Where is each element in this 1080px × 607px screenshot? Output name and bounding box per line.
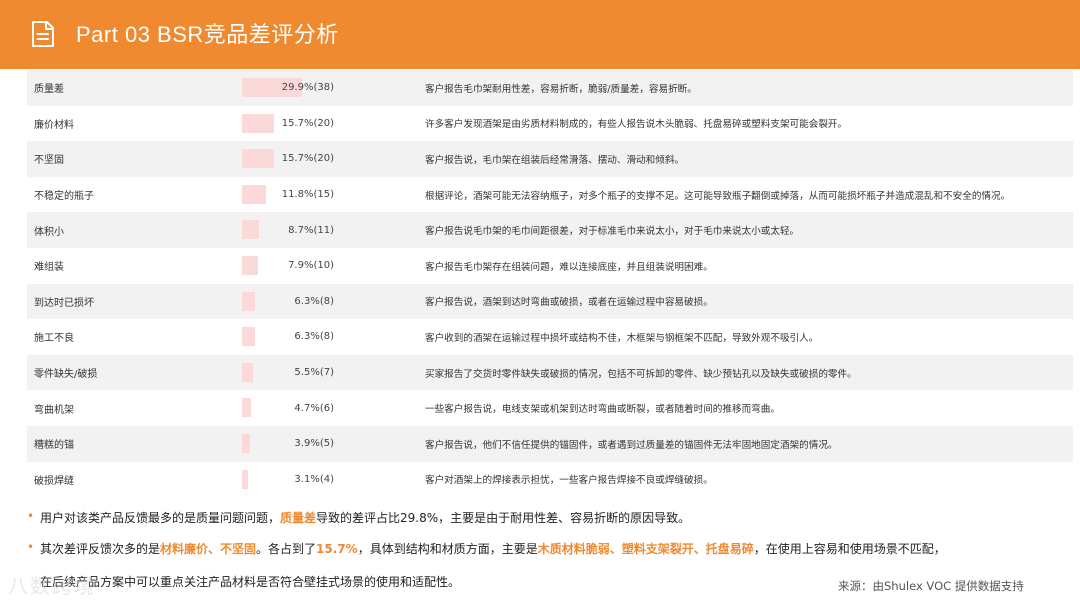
issue-name: 糟糕的锚 [34, 440, 74, 452]
issue-description: 客户报告说，毛巾架在组装后经常滑落、摆动、滑动和倾斜。 [425, 154, 685, 166]
issue-description: 客户报告毛巾架存在组装问题，难以连接底座，并且组装说明困难。 [425, 261, 713, 273]
issue-name: 不稳定的瓶子 [34, 191, 94, 203]
issue-percentage: 15.7%(20) [281, 153, 334, 165]
table-row: 糟糕的锚 3.9%(5) 客户报告说，他们不信任提供的锚固件，或者遇到过质量差的锚固… [27, 425, 1073, 462]
issue-description: 客户报告说，酒架到达时弯曲或破损，或者在运输过程中容易破损。 [425, 297, 713, 309]
issue-description: 客户报告说毛巾架的毛巾间距很差，对于标准毛巾来说太小，对于毛巾来说太小或太轻。 [425, 226, 800, 238]
summary-text: 导致的差评占比29.8%，主要是由于耐用性差、容易折断的原因导致。 [316, 511, 691, 525]
summary-text: ，具体到结构和材质方面，主要是 [357, 542, 538, 556]
issue-name: 体积小 [34, 226, 64, 238]
issue-percentage: 7.9%(10) [288, 260, 334, 272]
issue-name: 弯曲机架 [34, 404, 74, 416]
watermark-logo: 八数跨境 [8, 574, 96, 598]
issue-percentage: 6.3%(8) [294, 331, 334, 343]
issue-name: 零件缺失/破损 [34, 369, 98, 381]
summary-text: 在后续产品方案中可以重点关注产品材料是否符合壁挂式场景的使用和适配性。 [40, 575, 461, 589]
issue-description: 根据评论，酒架可能无法容纳瓶子，对多个瓶子的支撑不足。这可能导致瓶子翻倒或掉落，… [425, 190, 1011, 202]
table-row: 不稳定的瓶子 11.8%(15) 根据评论，酒架可能无法容纳瓶子，对多个瓶子的支撑不… [27, 177, 1073, 213]
summary-text: ，在使用上容易和使用场景不匹配， [753, 542, 946, 556]
bullet-icon: • [27, 509, 35, 523]
issue-description: 许多客户发现酒架是由劣质材料制成的，有些人报告说木头脆弱、托盘易碎或塑料支架可能… [425, 119, 848, 131]
issue-percentage: 6.3%(8) [294, 295, 334, 307]
issue-description: 客户对酒架上的焊接表示担忧，一些客户报告焊接不良或焊缝破损。 [425, 475, 713, 487]
table-row: 零件缺失/破损 5.5%(7) 买家报告了交货时零件缺失或破损的情况，包括不可拆卸的… [27, 354, 1073, 391]
summary-text: 用户对该类产品反馈最多的是质量问题问题， [40, 511, 281, 525]
issue-name: 廉价材料 [34, 119, 74, 131]
table-row: 施工不良 6.3%(8) 客户收到的酒架在运输过程中损坏或结构不佳，木框架与钢框架不… [27, 319, 1073, 355]
issue-percentage: 29.9%(38) [281, 82, 334, 94]
issue-description: 一些客户报告说，电线支架或机架到达时弯曲或断裂，或者随着时间的推移而弯曲。 [425, 404, 780, 416]
issue-name: 不坚固 [34, 155, 64, 167]
source-note: 来源：由Shulex VOC 提供数据支持 [838, 579, 1024, 593]
issue-percentage: 4.7%(6) [294, 402, 334, 414]
issue-name: 到达时已损坏 [34, 297, 94, 309]
table-row: 破损焊缝 3.1%(4) 客户对酒架上的焊接表示担忧，一些客户报告焊接不良或焊缝破损… [27, 462, 1073, 498]
issue-name: 质量差 [34, 84, 64, 96]
summary-highlight: 木质材料脆弱、塑料支架裂开、托盘易碎 [537, 542, 754, 556]
issue-name: 施工不良 [34, 333, 74, 345]
summary-text: 其次差评反馈次多的是 [40, 542, 161, 556]
issue-name: 难组装 [34, 262, 64, 274]
issue-name: 破损焊缝 [34, 475, 74, 487]
table-row: 质量差 29.9%(38) 客户报告毛巾架耐用性差，容易折断，脆弱/质量差，容易折断… [27, 70, 1073, 106]
table-row: 廉价材料 15.7%(20) 许多客户发现酒架是由劣质材料制成的，有些人报告说木头脆… [27, 106, 1073, 142]
issue-description: 客户收到的酒架在运输过程中损坏或结构不佳，木框架与钢框架不匹配，导致外观不吸引人… [425, 332, 819, 344]
issue-percentage: 5.5%(7) [294, 367, 334, 379]
issue-percentage: 8.7%(11) [288, 224, 334, 236]
summary-text: 。各占到了 [256, 542, 317, 556]
bullet-icon: • [27, 540, 35, 554]
page-header: Part 03 BSR竞品差评分析 [0, 0, 1080, 69]
document-icon [32, 21, 54, 47]
issue-description: 客户报告说，他们不信任提供的锚固件，或者遇到过质量差的锚固件无法牢固地固定酒架的… [425, 439, 838, 451]
table-row: 体积小 8.7%(11) 客户报告说毛巾架的毛巾间距很差，对于标准毛巾来说太小，对于… [27, 212, 1073, 248]
issue-percentage: 3.1%(4) [294, 473, 334, 485]
summary-highlight: 质量差 [280, 511, 317, 525]
issue-description: 客户报告毛巾架耐用性差，容易折断，脆弱/质量差，容易折断。 [425, 83, 697, 95]
negative-review-table: 质量差 29.9%(38) 客户报告毛巾架耐用性差，容易折断，脆弱/质量差，容易折断… [27, 70, 1073, 497]
table-row: 到达时已损坏 6.3%(8) 客户报告说，酒架到达时弯曲或破损，或者在运输过程中容易… [27, 283, 1073, 320]
table-row: 不坚固 15.7%(20) 客户报告说，毛巾架在组装后经常滑落、摆动、滑动和倾斜。 [27, 141, 1073, 177]
table-row: 弯曲机架 4.7%(6) 一些客户报告说，电线支架或机架到达时弯曲或断裂，或者随着时… [27, 390, 1073, 426]
summary-highlight: 15.7% [316, 542, 358, 556]
table-row: 难组装 7.9%(10) 客户报告毛巾架存在组装问题，难以连接底座，并且组装说明困难… [27, 248, 1073, 284]
page-title: Part 03 BSR竞品差评分析 [76, 22, 339, 47]
issue-description: 买家报告了交货时零件缺失或破损的情况，包括不可拆卸的零件、缺少预钻孔以及缺失或破… [425, 368, 857, 380]
issue-percentage: 3.9%(5) [294, 438, 334, 450]
issue-percentage: 15.7%(20) [281, 117, 334, 129]
summary-highlight: 材料廉价、不坚固 [160, 542, 257, 556]
issue-percentage: 11.8%(15) [281, 189, 334, 201]
